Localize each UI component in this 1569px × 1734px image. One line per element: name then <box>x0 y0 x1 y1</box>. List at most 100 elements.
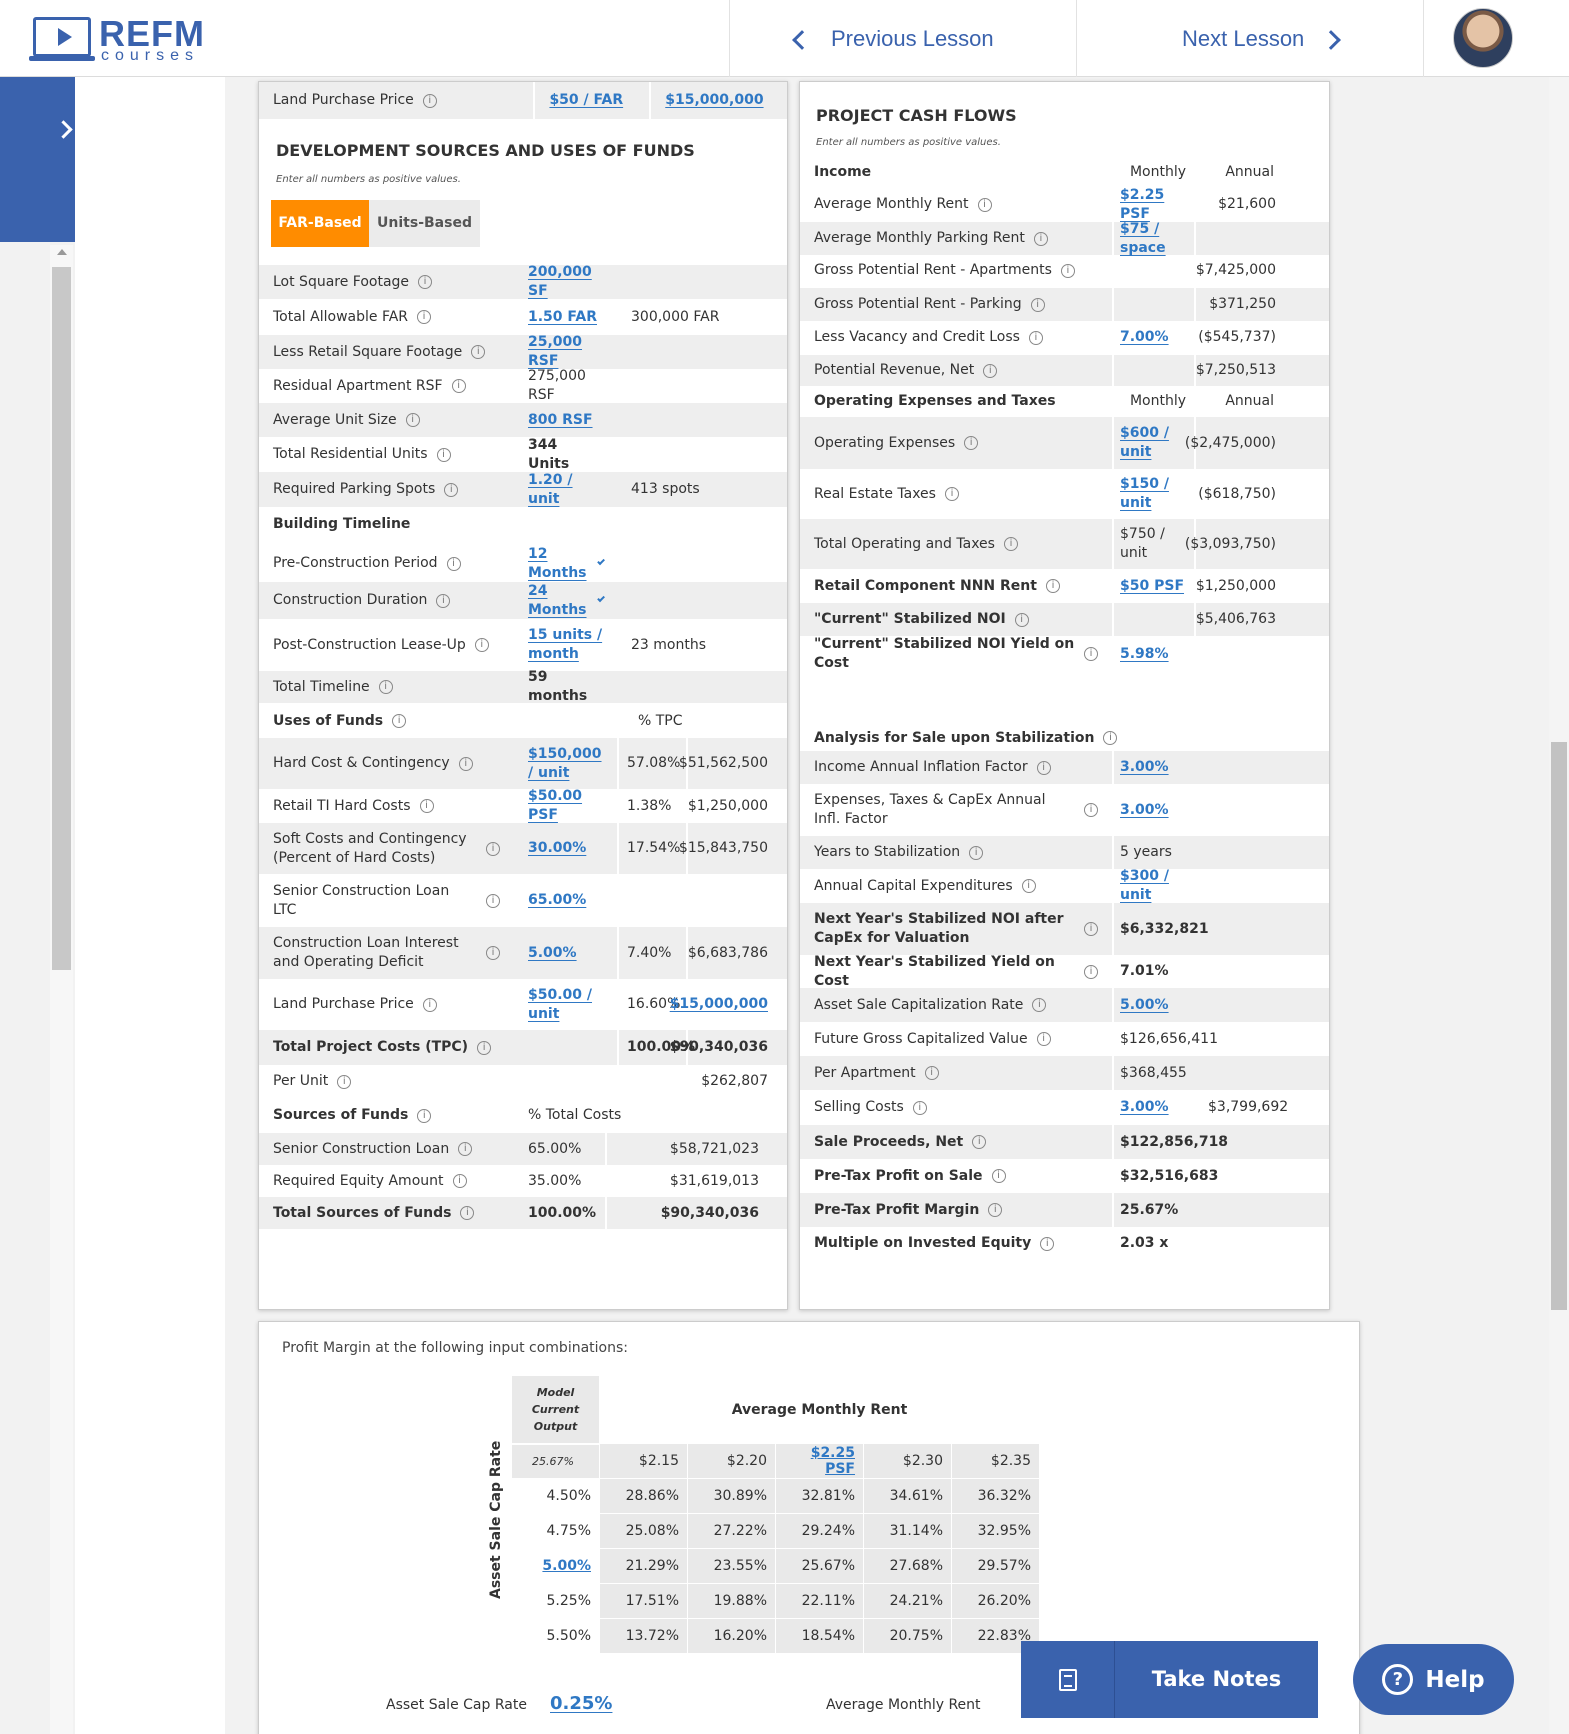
input-link[interactable]: 15 units / month <box>528 626 603 664</box>
info-icon[interactable]: i <box>486 841 500 856</box>
info-icon[interactable]: i <box>1084 803 1098 817</box>
info-icon[interactable]: i <box>471 345 486 359</box>
info-icon[interactable]: i <box>924 1066 939 1080</box>
user-avatar[interactable] <box>1453 8 1513 68</box>
input-link[interactable]: 3.00% <box>1120 801 1169 820</box>
scroll-thumb[interactable] <box>1551 742 1567 1310</box>
tab-units-based[interactable]: Units-Based <box>369 200 480 247</box>
info-icon[interactable]: i <box>418 275 433 289</box>
info-icon[interactable]: i <box>1084 922 1098 936</box>
input-link[interactable]: $75 / space <box>1120 220 1188 258</box>
input-link[interactable]: 5.98% <box>1120 645 1169 664</box>
info-icon[interactable]: i <box>988 1203 1003 1217</box>
info-icon[interactable]: i <box>446 556 461 571</box>
info-icon[interactable]: i <box>477 1040 492 1055</box>
info-icon[interactable]: i <box>912 1100 927 1115</box>
info-icon[interactable]: i <box>1021 879 1036 893</box>
info-icon[interactable]: i <box>983 363 998 378</box>
info-icon[interactable]: i <box>486 893 500 908</box>
chevron-down-icon[interactable] <box>596 557 605 566</box>
refm-logo[interactable]: REFM courses <box>29 13 204 64</box>
input-link[interactable]: 24 Months <box>528 582 587 620</box>
info-icon[interactable]: i <box>337 1074 352 1089</box>
info-icon[interactable]: i <box>474 638 489 652</box>
info-icon[interactable]: i <box>436 593 451 608</box>
input-link[interactable]: $600 / unit <box>1120 424 1188 462</box>
info-icon[interactable]: i <box>1036 760 1051 775</box>
info-icon[interactable]: i <box>458 756 473 771</box>
input-link[interactable]: $150,000 / unit <box>528 745 603 783</box>
info-icon[interactable]: i <box>944 487 959 501</box>
info-icon[interactable]: i <box>1084 647 1098 661</box>
input-link[interactable]: 7.00% <box>1120 328 1169 347</box>
info-icon[interactable]: i <box>451 379 466 393</box>
info-icon[interactable]: i <box>1033 231 1048 246</box>
info-icon[interactable]: i <box>422 93 437 108</box>
info-icon[interactable]: i <box>452 1174 467 1188</box>
input-link[interactable]: 30.00% <box>528 839 586 858</box>
input-link[interactable]: 25,000 RSF <box>528 333 603 371</box>
col-axis-title: Average Monthly Rent <box>599 1375 1040 1444</box>
input-link[interactable]: 200,000 SF <box>528 263 603 301</box>
input-link[interactable]: 65.00% <box>528 891 586 910</box>
page-scrollbar[interactable] <box>1549 77 1569 1734</box>
info-icon[interactable]: i <box>419 799 434 813</box>
info-icon[interactable]: i <box>1032 998 1047 1012</box>
input-link[interactable]: 1.50 FAR <box>528 308 597 327</box>
info-icon[interactable]: i <box>405 413 420 427</box>
input-link[interactable]: $50.00 / unit <box>528 986 603 1024</box>
input-link[interactable]: $300 / unit <box>1120 867 1194 905</box>
input-link[interactable]: $50.00 PSF <box>528 787 603 825</box>
info-icon[interactable]: i <box>392 714 407 728</box>
input-link[interactable]: $2.25 PSF <box>1120 186 1188 224</box>
info-icon[interactable]: i <box>991 1169 1006 1183</box>
info-icon[interactable]: i <box>1040 1236 1055 1251</box>
input-link[interactable]: $150 / unit <box>1120 475 1188 513</box>
info-icon[interactable]: i <box>1045 579 1060 593</box>
info-icon[interactable]: i <box>972 1135 987 1149</box>
info-icon[interactable]: i <box>1103 731 1118 745</box>
info-icon[interactable]: i <box>458 1142 473 1156</box>
help-button[interactable]: ? Help <box>1353 1644 1514 1715</box>
rent-column-header[interactable]: $2.25 PSF <box>775 1443 864 1479</box>
input-link[interactable]: $15,000,000 <box>665 91 763 110</box>
scroll-up-icon[interactable] <box>57 249 67 255</box>
input-link[interactable]: 12 Months <box>528 545 587 583</box>
cap-rate-step-input[interactable]: 0.25% <box>550 1693 612 1714</box>
info-icon[interactable]: i <box>422 997 437 1012</box>
info-icon[interactable]: i <box>417 1108 432 1123</box>
input-link[interactable]: $50 PSF <box>1120 577 1184 596</box>
info-icon[interactable]: i <box>436 447 451 462</box>
info-icon[interactable]: i <box>486 946 500 960</box>
info-icon[interactable]: i <box>1084 964 1098 979</box>
info-icon[interactable]: i <box>977 197 992 212</box>
info-icon[interactable]: i <box>460 1206 475 1220</box>
input-link[interactable]: 800 RSF <box>528 411 593 430</box>
input-link[interactable]: 3.00% <box>1120 758 1169 777</box>
cap-rate-row-header[interactable]: 5.00% <box>511 1548 600 1584</box>
input-link[interactable]: 5.00% <box>528 944 577 963</box>
chevron-down-icon[interactable] <box>596 594 605 603</box>
info-icon[interactable]: i <box>444 482 459 497</box>
next-lesson-button[interactable]: Next Lesson <box>1182 0 1342 77</box>
info-icon[interactable]: i <box>1036 1032 1051 1046</box>
input-link[interactable]: $15,000,000 <box>670 995 768 1014</box>
info-icon[interactable]: i <box>1060 263 1075 278</box>
info-icon[interactable]: i <box>1003 537 1018 551</box>
info-icon[interactable]: i <box>969 845 984 860</box>
info-icon[interactable]: i <box>1028 330 1043 345</box>
take-notes-button[interactable]: Take Notes <box>1021 1641 1318 1718</box>
info-icon[interactable]: i <box>378 680 393 694</box>
tab-far-based[interactable]: FAR-Based <box>271 200 369 247</box>
input-link[interactable]: 5.00% <box>1120 996 1169 1015</box>
info-icon[interactable]: i <box>417 310 432 324</box>
info-icon[interactable]: i <box>1014 612 1029 627</box>
info-icon[interactable]: i <box>964 436 979 450</box>
info-icon[interactable]: i <box>1030 297 1045 312</box>
left-scrollbar[interactable] <box>50 245 73 1734</box>
input-link[interactable]: $50 / FAR <box>549 91 623 110</box>
input-link[interactable]: 1.20 / unit <box>528 471 603 509</box>
previous-lesson-button[interactable]: Previous Lesson <box>792 0 994 77</box>
scroll-thumb[interactable] <box>52 267 71 970</box>
input-link[interactable]: 3.00% <box>1120 1098 1169 1117</box>
